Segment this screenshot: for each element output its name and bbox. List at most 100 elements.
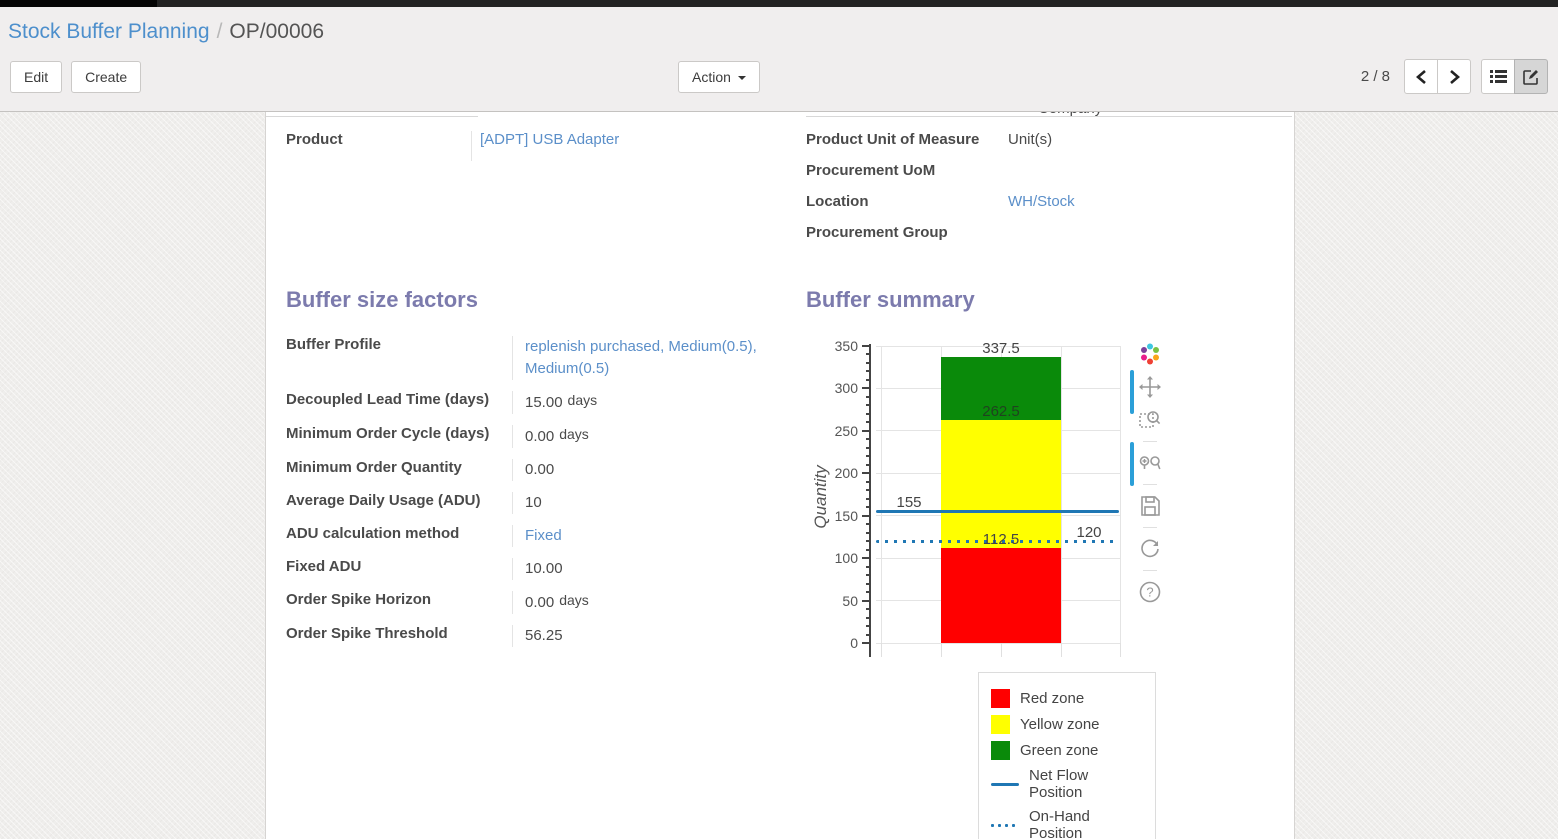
product-info-group: Product[ADPT] USB Adapter Product Unit o…: [266, 117, 1294, 255]
field-label: Order Spike Threshold: [286, 625, 512, 647]
help-icon[interactable]: ?: [1138, 580, 1162, 604]
field-value: 0.00days: [512, 425, 589, 448]
y-tick: [866, 447, 869, 449]
edit-button[interactable]: Edit: [10, 61, 62, 93]
y-tick: [866, 574, 869, 576]
y-axis-line: [869, 344, 871, 657]
y-tick: [862, 600, 869, 602]
chart-annotation: 120: [1076, 524, 1101, 541]
y-tick: [866, 617, 869, 619]
pan-icon[interactable]: [1138, 375, 1162, 399]
legend-line-marker: [991, 783, 1019, 786]
field-value: [998, 224, 1008, 245]
zoom-in-out-icon[interactable]: [1138, 451, 1162, 475]
y-tick-label: 0: [816, 635, 858, 651]
legend-item[interactable]: Red zone: [991, 689, 1143, 708]
divider: [806, 116, 1292, 117]
field-value-link[interactable]: WH/Stock: [1008, 193, 1075, 210]
gridline: [1120, 346, 1121, 643]
y-tick: [862, 472, 869, 474]
section-title-buffer-size-factors: Buffer size factors: [286, 287, 806, 313]
field-label: Minimum Order Cycle (days): [286, 425, 512, 448]
unit-suffix: days: [559, 592, 589, 608]
buffer-size-factors-section: Buffer size factors Buffer Profilereplen…: [286, 287, 806, 824]
field-value-link[interactable]: Fixed: [525, 527, 562, 544]
field-value: [ADPT] USB Adapter: [471, 131, 619, 161]
pager-counter: 2 / 8: [1361, 68, 1390, 85]
field-value-link[interactable]: replenish purchased, Medium(0.5), Medium…: [525, 338, 757, 377]
legend-item[interactable]: Green zone: [991, 741, 1143, 760]
y-tick: [866, 370, 869, 372]
action-dropdown-button[interactable]: Action: [678, 61, 760, 93]
y-tick-label: 350: [816, 338, 858, 354]
create-button[interactable]: Create: [71, 61, 141, 93]
chart-annotation: 262.5: [982, 403, 1020, 420]
control-panel: Stock Buffer Planning/OP/00006 Edit Crea…: [0, 7, 1558, 112]
gridline: [1061, 346, 1062, 643]
field-label: Minimum Order Quantity: [286, 459, 512, 481]
legend-item[interactable]: Yellow zone: [991, 715, 1143, 734]
caret-down-icon: [738, 76, 746, 80]
modebar-separator: [1143, 527, 1157, 528]
plot-area[interactable]: 337.5262.5155112.5120: [876, 346, 1121, 643]
buffer-summary-chart[interactable]: Quantity 337.5262.5155112.5120 Red zoneY…: [816, 336, 1186, 824]
y-tick: [862, 387, 869, 389]
y-tick: [866, 498, 869, 500]
x-tick: [1061, 643, 1062, 657]
list-view-button[interactable]: [1481, 59, 1515, 94]
legend-label: Green zone: [1020, 742, 1098, 759]
top-navbar: [0, 0, 1558, 7]
chevron-left-icon: [1416, 70, 1427, 84]
field-value-text: 0.00: [525, 461, 554, 478]
pager-next-button[interactable]: [1437, 59, 1471, 94]
legend-item[interactable]: On-Hand Position: [991, 808, 1143, 839]
y-tick: [866, 396, 869, 398]
field-value-link[interactable]: [ADPT] USB Adapter: [480, 131, 619, 148]
legend-label: Yellow zone: [1020, 716, 1100, 733]
y-tick: [866, 421, 869, 423]
field-label: Product: [286, 131, 471, 161]
field-row: Minimum Order Quantity 0.00: [286, 459, 806, 481]
y-tick-label: 50: [816, 593, 858, 609]
breadcrumb-parent-link[interactable]: Stock Buffer Planning: [8, 20, 210, 43]
legend-square-marker: [991, 715, 1010, 734]
field-row: Decoupled Lead Time (days)15.00days: [286, 391, 806, 414]
y-tick: [862, 642, 869, 644]
chart-annotation: 337.5: [982, 340, 1020, 357]
y-tick: [866, 625, 869, 627]
legend-item[interactable]: Net Flow Position: [991, 767, 1143, 801]
box-zoom-icon[interactable]: [1138, 408, 1162, 432]
x-tick: [1120, 643, 1121, 657]
field-value-text: 10: [525, 494, 542, 511]
field-value-text: 56.25: [525, 627, 563, 644]
plotly-logo-icon: [1138, 342, 1162, 366]
y-axis-title: Quantity: [811, 437, 831, 557]
toolbar: Edit Create Action 2 / 8: [0, 59, 1558, 94]
save-icon[interactable]: [1138, 494, 1162, 518]
section-title-buffer-summary: Buffer summary: [806, 287, 1294, 313]
buffer-summary-section: Buffer summary Quantity 337.5262.5155112…: [806, 287, 1294, 824]
legend-label: Net Flow Position: [1029, 767, 1143, 801]
pager-previous-button[interactable]: [1404, 59, 1438, 94]
field-row: Minimum Order Cycle (days)0.00days: [286, 425, 806, 448]
field-row: Procurement Group: [806, 224, 1294, 245]
legend-square-marker: [991, 741, 1010, 760]
y-tick-label: 300: [816, 380, 858, 396]
y-tick: [866, 634, 869, 636]
zone-yellow-zone: [941, 420, 1061, 547]
y-tick: [866, 566, 869, 568]
legend-dots-marker: [991, 824, 1019, 827]
y-tick: [866, 362, 869, 364]
reset-icon[interactable]: [1138, 537, 1162, 561]
y-tick: [866, 455, 869, 457]
field-row: LocationWH/Stock: [806, 193, 1294, 214]
field-label: Decoupled Lead Time (days): [286, 391, 512, 414]
y-tick: [866, 489, 869, 491]
chevron-right-icon: [1449, 70, 1460, 84]
form-view-button[interactable]: [1514, 59, 1548, 94]
y-tick: [866, 608, 869, 610]
modebar-separator: [1143, 441, 1157, 442]
x-tick: [881, 643, 882, 657]
y-tick: [866, 506, 869, 508]
chart-modebar: ?: [1137, 342, 1163, 604]
